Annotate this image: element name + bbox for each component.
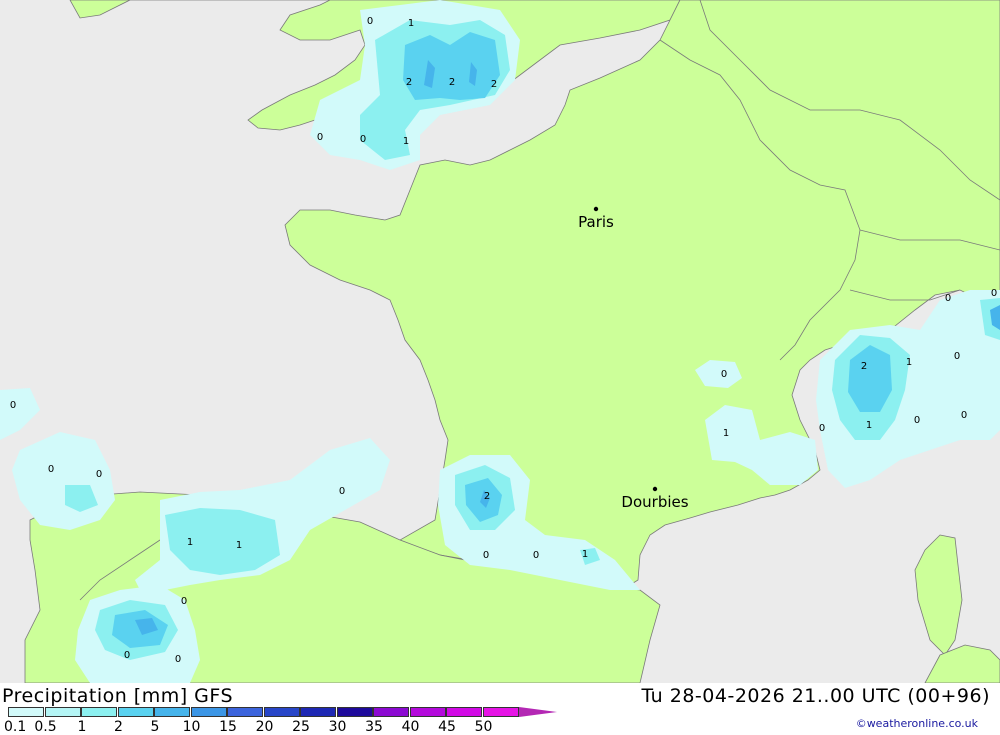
value-label: 1	[236, 540, 242, 551]
city-dot-dourbies	[652, 486, 658, 492]
value-label: 0	[360, 134, 366, 145]
value-label: 0	[961, 410, 967, 421]
value-label: 0	[339, 486, 345, 497]
value-label: 0	[124, 650, 130, 661]
city-dot-paris	[593, 206, 599, 212]
legend-swatch	[373, 707, 409, 717]
value-label: 0	[10, 400, 16, 411]
map-title: Precipitation [mm] GFS	[2, 685, 234, 707]
value-label: 2	[861, 361, 867, 372]
legend-swatch	[81, 707, 117, 717]
info-bar: Precipitation [mm] GFS Tu 28-04-2026 21.…	[0, 683, 1000, 735]
value-label: 2	[484, 491, 490, 502]
legend-swatch	[227, 707, 263, 717]
forecast-datetime: Tu 28-04-2026 21..00 UTC (00+96)	[641, 685, 990, 707]
value-label: 0	[317, 132, 323, 143]
legend-swatch	[482, 707, 519, 717]
value-label: 0	[181, 596, 187, 607]
value-label: 2	[449, 77, 455, 88]
legend-swatch	[190, 707, 227, 717]
value-label: 1	[906, 357, 912, 368]
value-label: 0	[914, 415, 920, 426]
value-label: 0	[819, 423, 825, 434]
value-label: 0	[483, 550, 489, 561]
legend-swatch	[8, 707, 44, 717]
legend-swatch	[446, 707, 482, 717]
value-label: 0	[175, 654, 181, 665]
value-label: 0	[96, 469, 102, 480]
value-label: 0	[954, 351, 960, 362]
value-label: 1	[582, 549, 588, 560]
value-label: 2	[491, 79, 497, 90]
city-label-dourbies: Dourbies	[621, 493, 688, 511]
legend-swatch	[263, 707, 300, 717]
value-label: 0	[945, 293, 951, 304]
value-label: 1	[187, 537, 193, 548]
legend-swatch	[336, 707, 373, 717]
legend-swatch	[409, 707, 446, 717]
precipitation-map: Paris Dourbies 0 1 2 2 2 0 0 1 0 0 0 0 1…	[0, 0, 1000, 683]
legend-swatch	[519, 707, 557, 717]
value-label: 0	[991, 288, 997, 299]
value-label: 0	[48, 464, 54, 475]
legend-swatch	[117, 707, 154, 717]
value-label: 1	[403, 136, 409, 147]
city-label-paris: Paris	[578, 213, 614, 231]
value-label: 1	[866, 420, 872, 431]
legend-swatch	[300, 707, 336, 717]
value-label: 0	[533, 550, 539, 561]
legend-swatch	[44, 707, 81, 717]
value-label: 0	[367, 16, 373, 27]
legend-swatch	[154, 707, 190, 717]
value-label: 0	[721, 369, 727, 380]
value-label: 1	[408, 18, 414, 29]
value-label: 1	[723, 428, 729, 439]
value-label: 2	[406, 77, 412, 88]
credit-link[interactable]: ©weatheronline.co.uk	[856, 717, 978, 730]
